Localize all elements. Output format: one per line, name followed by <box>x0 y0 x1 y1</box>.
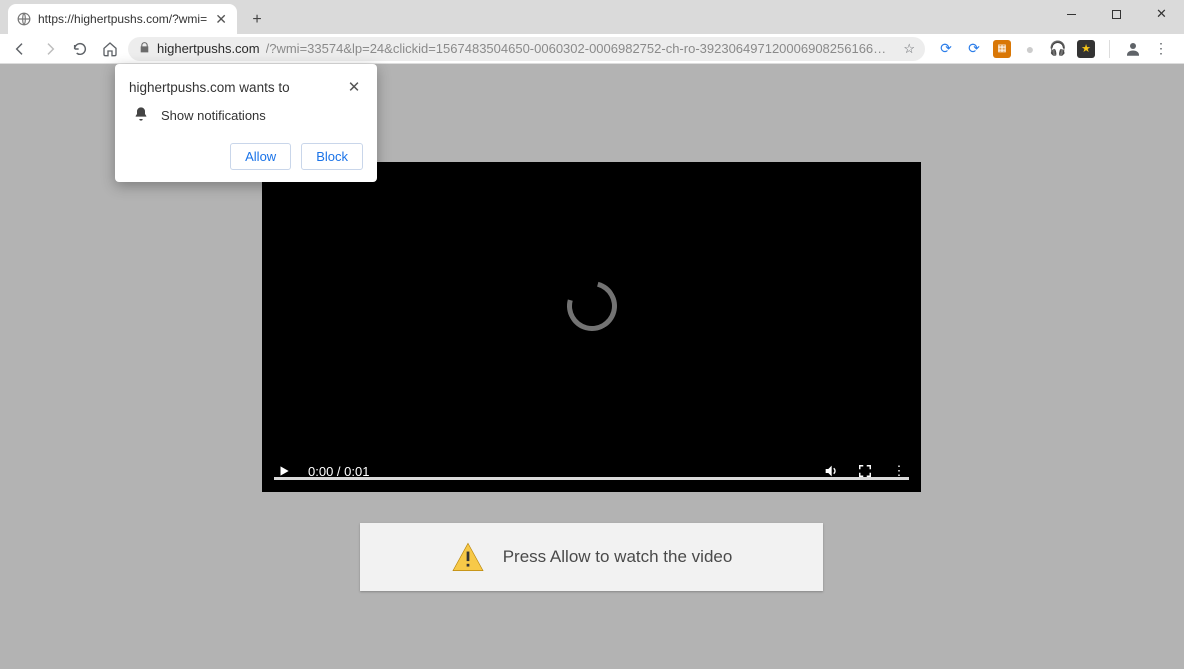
browser-tab[interactable]: https://highertpushs.com/?wmi= ✕ <box>8 4 237 34</box>
url-host: highertpushs.com <box>157 41 260 56</box>
extension-star-icon[interactable]: ★ <box>1077 40 1095 58</box>
address-bar[interactable]: highertpushs.com /?wmi=33574&lp=24&clicki… <box>128 37 925 61</box>
page-content: highertpushs.com wants to ✕ Show notific… <box>0 64 1184 669</box>
lock-icon <box>138 41 151 57</box>
video-progress-bar[interactable] <box>274 477 909 480</box>
close-window-button[interactable]: ✕ <box>1139 0 1184 28</box>
extension-sync2-icon[interactable]: ⟳ <box>965 40 983 58</box>
extension-sync1-icon[interactable]: ⟳ <box>937 40 955 58</box>
minimize-button[interactable] <box>1049 0 1094 28</box>
browser-menu-icon[interactable]: ⋮ <box>1152 40 1170 58</box>
browser-toolbar: highertpushs.com /?wmi=33574&lp=24&clicki… <box>0 34 1184 64</box>
extension-headphones-icon[interactable]: 🎧 <box>1049 40 1067 58</box>
home-button[interactable] <box>98 37 122 61</box>
new-tab-button[interactable]: + <box>243 6 271 34</box>
warning-icon <box>451 542 485 572</box>
maximize-button[interactable] <box>1094 0 1139 28</box>
permission-close-icon[interactable]: ✕ <box>345 78 363 96</box>
video-area[interactable] <box>262 162 921 450</box>
extension-dot-icon[interactable]: ● <box>1021 40 1039 58</box>
bookmark-star-icon[interactable]: ☆ <box>903 41 915 57</box>
video-controls: 0:00 / 0:01 ⋮ <box>262 450 921 492</box>
profile-avatar-icon[interactable] <box>1124 40 1142 58</box>
back-button[interactable] <box>8 37 32 61</box>
toolbar-divider <box>1109 40 1110 58</box>
window-controls: ✕ <box>1049 0 1184 28</box>
extension-icons: ⟳ ⟳ ▦ ● 🎧 ★ ⋮ <box>931 40 1176 58</box>
block-button[interactable]: Block <box>301 143 363 170</box>
reload-button[interactable] <box>68 37 92 61</box>
forward-button[interactable] <box>38 37 62 61</box>
bell-icon <box>133 106 149 125</box>
extension-orange-icon[interactable]: ▦ <box>993 40 1011 58</box>
permission-title: highertpushs.com wants to <box>129 80 290 95</box>
tab-close-icon[interactable]: ✕ <box>213 11 229 27</box>
url-path: /?wmi=33574&lp=24&clickid=1567483504650-… <box>266 41 894 56</box>
instruction-banner: Press Allow to watch the video <box>360 523 823 591</box>
permission-body-text: Show notifications <box>161 108 266 123</box>
notification-permission-popup: highertpushs.com wants to ✕ Show notific… <box>115 64 377 182</box>
globe-icon <box>16 11 32 27</box>
tab-title: https://highertpushs.com/?wmi= <box>38 12 207 26</box>
video-player[interactable]: 0:00 / 0:01 ⋮ <box>262 162 921 492</box>
banner-text: Press Allow to watch the video <box>503 547 733 567</box>
allow-button[interactable]: Allow <box>230 143 291 170</box>
tab-strip: https://highertpushs.com/?wmi= ✕ + <box>0 0 1184 34</box>
loading-spinner-icon <box>557 272 625 340</box>
